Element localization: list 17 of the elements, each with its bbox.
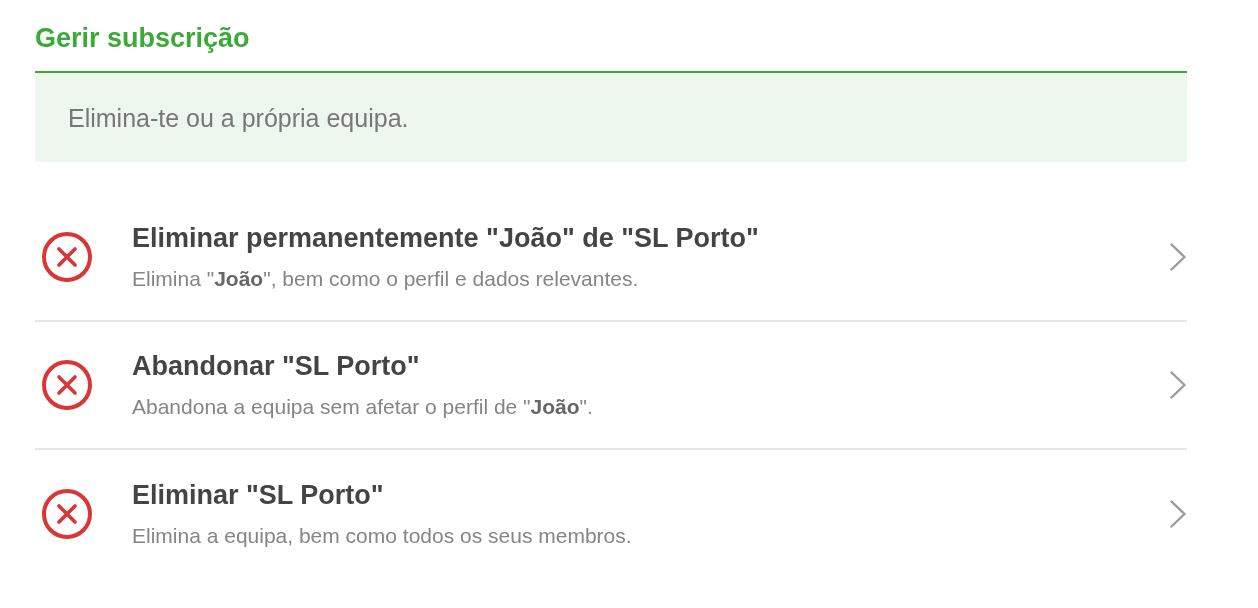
- chevron-right-icon: [1170, 371, 1186, 399]
- remove-circle-icon: [42, 360, 92, 410]
- remove-circle-icon: [42, 489, 92, 539]
- action-title: Eliminar permanentemente "João" de "SL Porto": [132, 221, 759, 255]
- action-description: Elimina "João", bem como o perfil e dados relevantes.: [132, 265, 639, 292]
- remove-circle-icon: [42, 232, 92, 282]
- action-list-item[interactable]: Eliminar permanentemente "João" de "SL Porto" Elimina "João", bem como o perfil e dados relevantes.: [35, 194, 1187, 322]
- section-title: Gerir subscrição: [35, 22, 250, 55]
- info-text: Elimina-te ou a própria equipa.: [68, 102, 409, 134]
- chevron-right-icon: [1170, 243, 1186, 271]
- action-list-item[interactable]: Abandonar "SL Porto" Abandona a equipa sem afetar o perfil de "João".: [35, 322, 1187, 450]
- chevron-right-icon: [1170, 500, 1186, 528]
- action-title: Abandonar "SL Porto": [132, 349, 420, 383]
- action-list-item[interactable]: Eliminar "SL Porto" Elimina a equipa, bem como todos os seus membros.: [35, 450, 1187, 578]
- action-description: Elimina a equipa, bem como todos os seus membros.: [132, 522, 632, 549]
- action-description: Abandona a equipa sem afetar o perfil de "João".: [132, 393, 593, 420]
- action-title: Eliminar "SL Porto": [132, 478, 384, 512]
